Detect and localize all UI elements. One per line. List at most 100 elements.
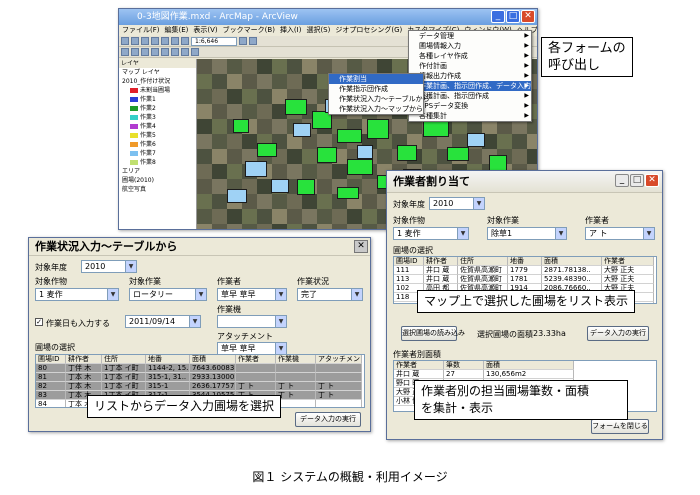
assign-minimize-button[interactable]: _ — [615, 174, 629, 187]
editor-icon[interactable] — [191, 48, 199, 56]
table-row[interactable]: 111 井口 蔵佐賀県高瀬町 1779 2871.78138.. 大野 正夫 — [394, 266, 656, 275]
layer-item[interactable]: 未割当圃場 — [122, 86, 196, 95]
identify-icon[interactable] — [151, 48, 159, 56]
menu-item[interactable]: 各種集計 ▶ — [409, 111, 531, 121]
layer-item[interactable]: 作業7 — [122, 149, 196, 158]
select-icon[interactable] — [141, 48, 149, 56]
assign-worker-combo[interactable]: ア ト ▼ — [585, 227, 655, 240]
layer-item[interactable]: 作業2 — [122, 104, 196, 113]
menu-item[interactable]: 編集(E) — [165, 25, 189, 36]
layer-item[interactable]: 圃場(2010) — [122, 176, 196, 185]
table-row[interactable]: 82 丁本 木 1丁本 イ町 315-1 2636.17757 丁 ト丁 ト丁 ト — [36, 382, 364, 391]
field-polygon[interactable] — [337, 187, 359, 199]
layer-item[interactable]: 2010_作付け状況 — [122, 77, 196, 86]
field-polygon[interactable] — [233, 119, 249, 133]
column-header[interactable]: 面積 — [542, 257, 602, 266]
layer-item[interactable]: 作業6 — [122, 140, 196, 149]
field-polygon[interactable] — [271, 179, 289, 193]
menu-item[interactable]: ジオプロセシング(G) — [335, 25, 402, 36]
new-icon[interactable] — [121, 37, 129, 45]
field-polygon[interactable] — [357, 145, 373, 159]
layer-item[interactable]: 作業3 — [122, 113, 196, 122]
menu-item[interactable]: 情報出力作成 ▶ — [409, 71, 531, 81]
layer-item[interactable]: 作業8 — [122, 158, 196, 167]
field-polygon[interactable] — [285, 99, 307, 115]
status-close-icon[interactable]: ✕ — [354, 240, 368, 253]
column-header[interactable]: 筆数 — [444, 361, 484, 370]
menu-item[interactable]: 作業計画、指示団作成、データ入力 ▶ — [409, 81, 531, 91]
menu-item[interactable]: ファイル(F) — [122, 25, 160, 36]
status-exec-button[interactable]: データ入力の実行 — [295, 412, 361, 427]
menu-item[interactable]: 作付計画 ▶ — [409, 61, 531, 71]
menu-item[interactable]: 圃場情報入力 ▶ — [409, 41, 531, 51]
status-work-combo[interactable]: ロータリー ▼ — [129, 288, 207, 301]
layer-item[interactable]: 航空写真 — [122, 185, 196, 194]
load-selected-fields-button[interactable]: 選択圃場の読み込み — [401, 326, 465, 341]
close-form-button[interactable]: フォームを閉じる — [591, 419, 649, 434]
layer-item[interactable]: 作業4 — [122, 122, 196, 131]
column-header[interactable]: 面積 — [484, 361, 574, 370]
table-row[interactable]: 113 井口 蔵佐賀県高瀬町 1781 5239.48390.. 大野 正夫 — [394, 275, 656, 284]
menu-item[interactable]: 選択(S) — [306, 25, 330, 36]
field-polygon[interactable] — [245, 161, 267, 177]
field-polygon[interactable] — [293, 123, 311, 137]
layer-item[interactable]: エリア — [122, 167, 196, 176]
column-header[interactable]: 作業者 — [394, 361, 444, 370]
close-button[interactable]: ✕ — [521, 10, 535, 23]
column-header[interactable]: 住所 — [458, 257, 508, 266]
paste-icon[interactable] — [181, 37, 189, 45]
column-header[interactable]: 地番 — [146, 355, 190, 364]
menu-item[interactable]: 挿入(I) — [280, 25, 302, 36]
assign-close-button[interactable]: ✕ — [645, 174, 659, 187]
copy-icon[interactable] — [171, 37, 179, 45]
zoom-in-icon[interactable] — [239, 37, 247, 45]
minimize-button[interactable]: _ — [491, 10, 505, 23]
submenu-item[interactable]: 作業状況入力～マップから — [329, 104, 423, 114]
field-polygon[interactable] — [337, 129, 362, 143]
zoom-out-icon[interactable] — [249, 37, 257, 45]
pan-icon[interactable] — [121, 48, 129, 56]
status-year-combo[interactable]: 2010 ▼ — [81, 260, 137, 273]
assign-crop-combo[interactable]: 1 麦作 ▼ — [393, 227, 469, 240]
find-icon[interactable] — [171, 48, 179, 56]
column-header[interactable]: 圃場ID — [394, 257, 424, 266]
open-icon[interactable] — [131, 37, 139, 45]
layer-item[interactable]: 作業1 — [122, 95, 196, 104]
status-crop-combo[interactable]: 1 麦作 ▼ — [35, 288, 119, 301]
table-row[interactable]: 81 丁本 木 1丁本 イ町 315-1, 31.. 2933.13000 — [36, 373, 364, 382]
column-header[interactable]: 住所 — [102, 355, 146, 364]
column-header[interactable]: 圃場ID — [36, 355, 66, 364]
field-polygon[interactable] — [227, 189, 247, 203]
layer-item[interactable]: 作業5 — [122, 131, 196, 140]
assign-year-combo[interactable]: 2010 ▼ — [429, 197, 485, 210]
column-header[interactable]: アタッチメント — [316, 355, 362, 364]
field-polygon[interactable] — [397, 145, 417, 161]
column-header[interactable]: 作業者 — [602, 257, 654, 266]
cut-icon[interactable] — [161, 37, 169, 45]
field-polygon[interactable] — [257, 143, 277, 157]
submenu-item[interactable]: 作業割当 — [329, 74, 423, 84]
menu-item[interactable]: ブックマーク(B) — [223, 25, 275, 36]
print-icon[interactable] — [151, 37, 159, 45]
date-picker[interactable]: 2011/09/14 ▼ — [125, 315, 201, 328]
field-polygon[interactable] — [347, 159, 373, 175]
save-icon[interactable] — [141, 37, 149, 45]
submenu-item[interactable]: 作業状況入力～テーブルから — [329, 94, 430, 104]
field-polygon[interactable] — [367, 119, 389, 139]
column-header[interactable]: 地番 — [508, 257, 542, 266]
table-row[interactable]: 80 丁伴 木 1丁本 イ町 1144-2, 15.. 7643.60083 — [36, 364, 364, 373]
field-polygon[interactable] — [297, 179, 315, 195]
menu-item[interactable]: 表示(V) — [193, 25, 217, 36]
column-header[interactable]: 作業機 — [276, 355, 316, 364]
menu-item[interactable]: データ管理 ▶ — [409, 31, 531, 41]
measure-icon[interactable] — [161, 48, 169, 56]
menu-item[interactable]: 各種レイヤ作成 ▶ — [409, 51, 531, 61]
status-worker-combo[interactable]: 草早 草早 ▼ — [217, 288, 287, 301]
column-header[interactable]: 面積 — [190, 355, 236, 364]
layer-item[interactable]: マップ レイヤ — [122, 68, 196, 77]
submenu-item[interactable]: 作業指示団作成 — [329, 84, 423, 94]
full-extent-icon[interactable] — [131, 48, 139, 56]
status-status-combo[interactable]: 完了 ▼ — [297, 288, 363, 301]
hyperlink-icon[interactable] — [181, 48, 189, 56]
scale-combo[interactable]: 1:6,646 — [191, 37, 237, 46]
